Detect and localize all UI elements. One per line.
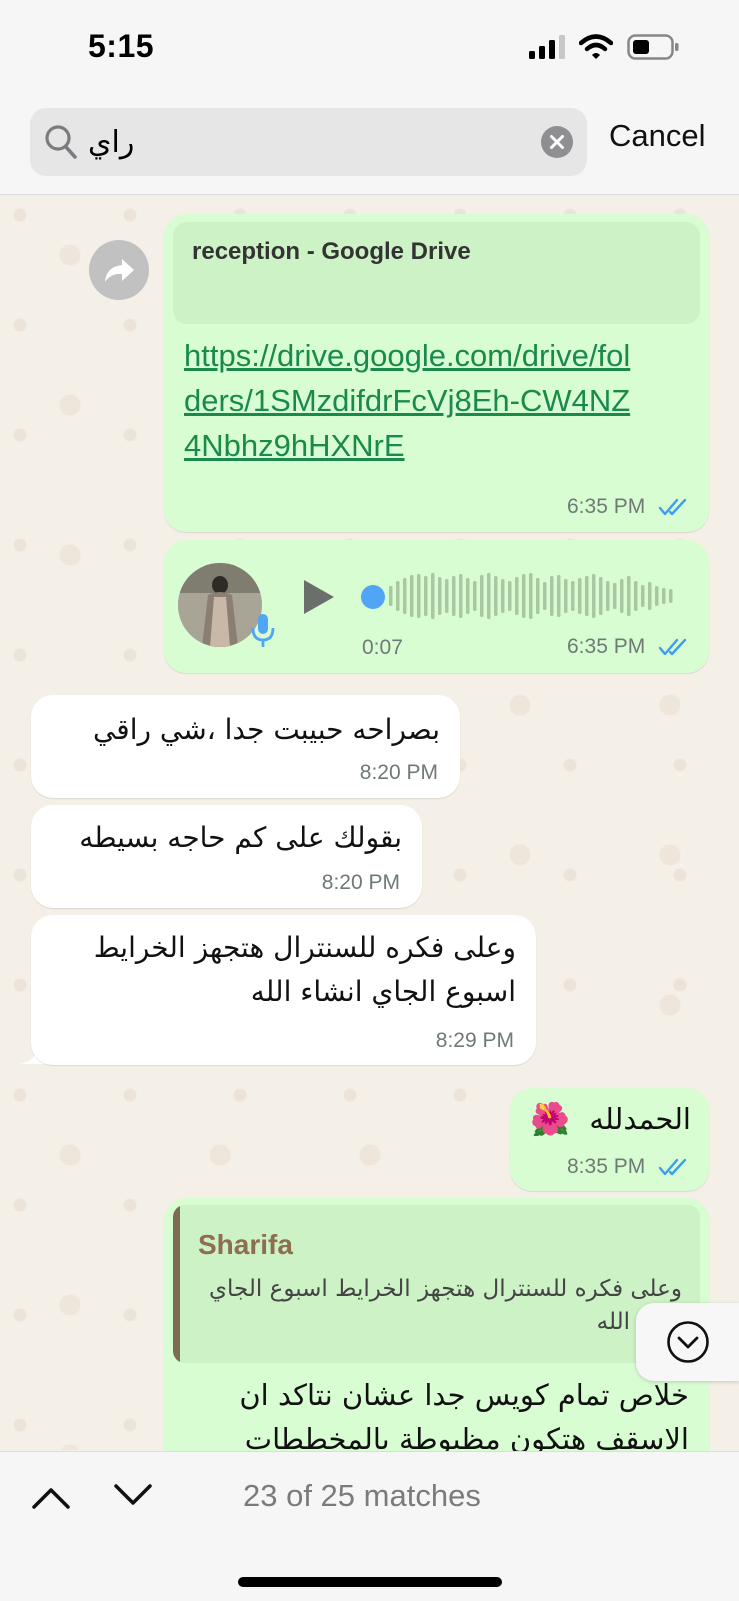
status-bar: 5:15: [0, 0, 739, 98]
waveform-bar: [550, 576, 554, 616]
home-indicator[interactable]: [238, 1577, 502, 1587]
message-link[interactable]: https://drive.google.com/drive/folders/1…: [184, 333, 634, 468]
waveform-bar: [473, 581, 477, 611]
battery-icon: [627, 34, 679, 60]
search-results-bar: 23 of 25 matches: [0, 1451, 739, 1601]
message-text-line: خلاص تمام كويس جدا عشان نتاكد ان: [239, 1378, 689, 1412]
waveform-bar: [494, 576, 498, 616]
waveform-bar: [389, 586, 393, 606]
voice-progress-handle[interactable]: [361, 585, 385, 609]
message-time: 8:20 PM: [321, 871, 400, 894]
voice-duration: 0:07: [362, 636, 403, 659]
waveform-bar: [613, 583, 617, 609]
read-ticks-icon: [658, 1158, 687, 1176]
waveform-bar: [592, 574, 596, 618]
previous-match-chevron-up-icon[interactable]: [30, 1482, 72, 1512]
outgoing-message-bubble[interactable]: الحمدلله 🌺 8:35 PM: [510, 1088, 709, 1191]
waveform-bar: [648, 582, 652, 610]
message-text: بقولك على كم حاجه بسيطه: [79, 821, 402, 854]
message-time: 8:35 PM: [567, 1155, 646, 1178]
waveform-bar: [557, 575, 561, 617]
waveform-bar: [424, 576, 428, 616]
search-icon: [45, 125, 77, 159]
search-box[interactable]: [30, 108, 587, 176]
waveform-bar: [662, 588, 666, 604]
waveform-bar: [536, 578, 540, 614]
waveform-bar: [529, 573, 533, 619]
waveform-bar: [487, 573, 491, 619]
waveform-bar: [543, 582, 547, 610]
read-ticks-icon: [658, 498, 687, 516]
waveform-bar: [466, 578, 470, 614]
message-text: الحمدلله: [589, 1102, 691, 1136]
message-time: 6:35 PM: [567, 635, 646, 658]
waveform-bar: [431, 573, 435, 619]
waveform-bar: [410, 575, 414, 617]
waveform-bar: [445, 579, 449, 613]
waveform-bar: [522, 574, 526, 618]
chevron-down-circle-icon: [667, 1321, 709, 1363]
waveform-bar: [480, 575, 484, 617]
status-time: 5:15: [88, 28, 155, 64]
waveform-bar: [578, 578, 582, 614]
waveform-bar: [599, 577, 603, 615]
match-counter: 23 of 25 matches: [243, 1478, 481, 1513]
waveform-bar: [459, 574, 463, 618]
waveform-bar: [403, 578, 407, 614]
message-time: 8:20 PM: [359, 761, 438, 784]
waveform-bar: [606, 581, 610, 611]
quote-accent-bar: [173, 1205, 180, 1363]
scroll-to-bottom-button[interactable]: [636, 1303, 739, 1381]
waveform-bar: [634, 581, 638, 611]
waveform-bar: [515, 577, 519, 615]
status-icons: [529, 34, 679, 60]
link-preview-card[interactable]: reception - Google Drive: [173, 222, 700, 324]
incoming-message-bubble[interactable]: بصراحه حبيبت جدا ،شي راقي 8:20 PM: [31, 695, 460, 798]
waveform-bar: [571, 581, 575, 611]
quoted-message[interactable]: Sharifa وعلى فكره للسنترال هتجهز الخرايط…: [173, 1205, 700, 1363]
waveform-bar: [508, 581, 512, 611]
message-text-line: وعلى فكره للسنترال هتجهز الخرايط: [93, 931, 516, 964]
waveform-bar: [669, 589, 673, 603]
waveform-bar: [501, 579, 505, 613]
waveform-bar: [655, 586, 659, 606]
waveform-bar: [564, 579, 568, 613]
quote-text-line: وعلى فكره للسنترال هتجهز الخرايط اسبوع ا…: [209, 1276, 682, 1302]
microphone-icon: [251, 614, 275, 647]
message-time: 8:29 PM: [435, 1029, 514, 1052]
forward-button[interactable]: [89, 240, 149, 300]
clear-search-button[interactable]: [541, 126, 573, 158]
message-text-line: اسبوع الجاي انشاء الله: [250, 975, 516, 1008]
link-preview-title: reception - Google Drive: [192, 238, 471, 265]
read-ticks-icon: [658, 638, 687, 656]
quote-author: Sharifa: [198, 1229, 293, 1260]
wifi-icon: [579, 34, 613, 59]
hibiscus-emoji: 🌺: [530, 1101, 570, 1137]
next-match-chevron-down-icon[interactable]: [112, 1480, 154, 1510]
waveform-bar: [620, 579, 624, 613]
waveform-bar: [641, 585, 645, 607]
quote-text-line: الله: [596, 1309, 630, 1335]
cellular-signal-icon: [529, 35, 565, 59]
waveform-bar: [585, 576, 589, 616]
waveform-bar: [627, 576, 631, 616]
play-icon[interactable]: [301, 577, 337, 617]
cancel-button[interactable]: Cancel: [609, 118, 706, 154]
incoming-message-bubble[interactable]: وعلى فكره للسنترال هتجهز الخرايط اسبوع ا…: [31, 915, 536, 1065]
message-time: 6:35 PM: [567, 495, 646, 518]
search-input[interactable]: [88, 120, 508, 164]
search-header: Cancel: [0, 98, 739, 195]
waveform-bar: [417, 574, 421, 618]
waveform-bar: [396, 581, 400, 611]
forward-icon: [105, 259, 134, 282]
incoming-message-bubble[interactable]: بقولك على كم حاجه بسيطه 8:20 PM: [31, 805, 422, 908]
message-text: بصراحه حبيبت جدا ،شي راقي: [92, 713, 440, 746]
close-icon: [550, 135, 564, 149]
waveform-bar: [452, 576, 456, 616]
waveform-bar: [438, 577, 442, 615]
voice-waveform[interactable]: [389, 572, 679, 620]
